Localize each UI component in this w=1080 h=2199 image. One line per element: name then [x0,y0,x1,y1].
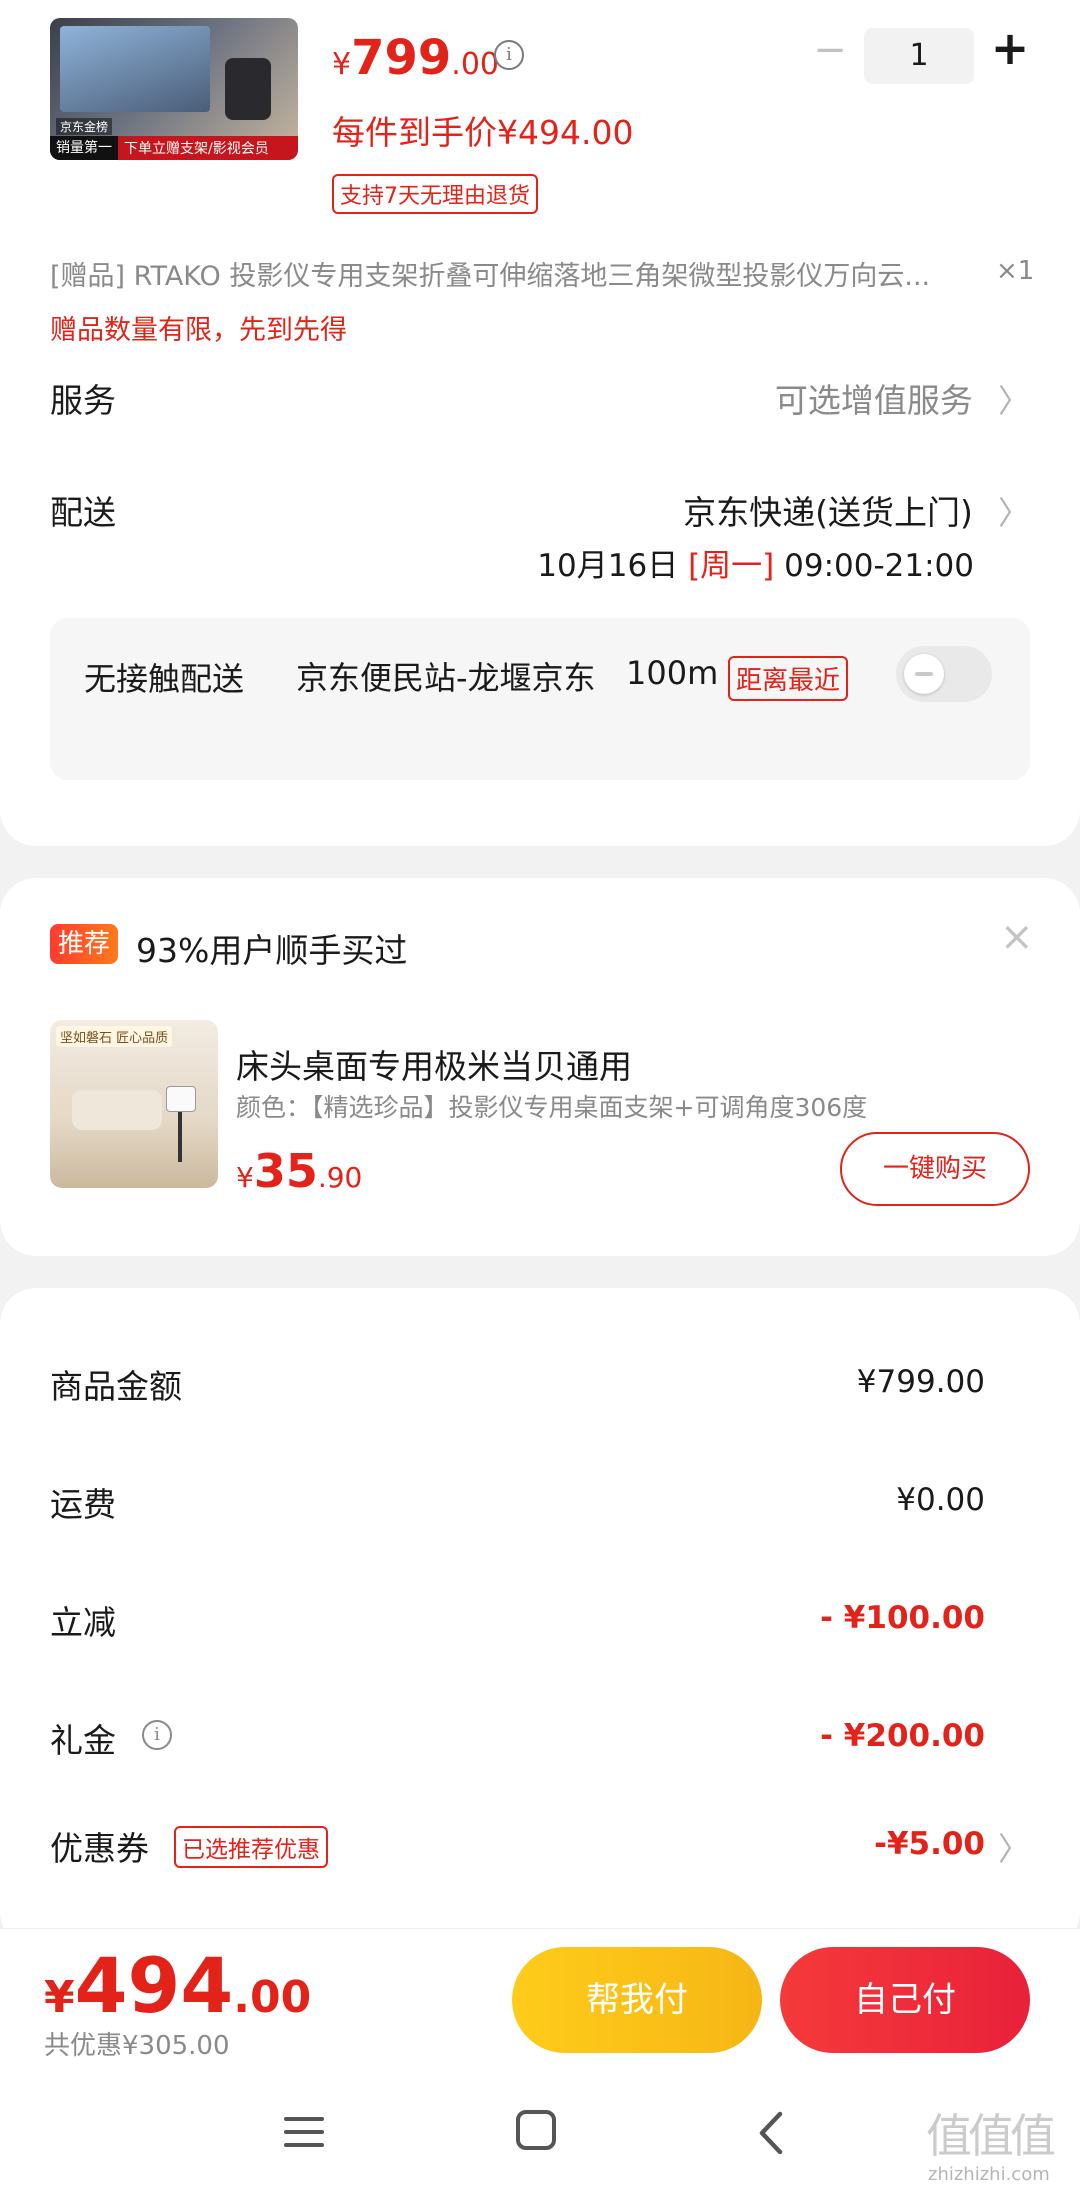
gift-notice: 赠品数量有限，先到先得 [50,315,347,346]
projection-screen [60,26,210,112]
gift-text[interactable]: [赠品] RTAKO 投影仪专用支架折叠可伸缩落地三角架微型投影仪万向云... [50,254,980,293]
service-value: 可选增值服务 [774,381,973,420]
delivery-row[interactable]: 京东快递(送货上门) 〉 [560,486,1030,534]
banner-left: 销量第一 [50,136,118,160]
summary-row-goods: 商品金额 ¥799.00 [50,1360,985,1410]
menu-icon[interactable] [284,2112,324,2152]
delivery-date: 10月16日 [537,548,679,584]
summary-label: 立减 [50,1603,116,1642]
summary-row-discount: 立减 - ¥100.00 [50,1596,985,1646]
summary-label: 优惠券 [50,1829,149,1868]
price-info-icon[interactable]: i [494,40,524,70]
watermark-site: zhizhizhi.com [928,2164,1050,2185]
help-pay-button[interactable]: 帮我付 [512,1947,762,2053]
recommend-item-image[interactable]: 坚如磐石 匠心品质 [50,1020,218,1188]
pay-bar: ¥494.00 共优惠¥305.00 帮我付 自己付 [0,1928,1080,2088]
summary-card: 商品金额 ¥799.00 运费 ¥0.00 立减 - ¥100.00 礼金 i … [0,1288,1080,1948]
product-image[interactable]: 京东金榜 销量第一 下单立赠支架/影视会员 [50,18,298,160]
coupon-applied-tag: 已选推荐优惠 [174,1826,328,1868]
summary-row-gift-cash: 礼金 i - ¥200.00 [50,1714,985,1764]
summary-row-shipping: 运费 ¥0.00 [50,1478,985,1528]
projector-shape [166,1086,196,1112]
recommend-tag: 推荐 [50,924,119,964]
summary-value: - ¥100.00 [820,1600,985,1636]
recommend-item-price: ¥35.90 [236,1144,362,1198]
image-banner: 销量第一 下单立赠支架/影视会员 [50,136,298,160]
toggle-knob [904,654,944,694]
delivery-weekday: [周一] [688,548,775,584]
summary-row-coupon[interactable]: 优惠券 已选推荐优惠 -¥5.00 〉 [50,1822,1030,1872]
chevron-right-icon: 〉 [997,382,1030,420]
price-dec: .90 [317,1161,363,1194]
watermark-logo: 值值值 [926,2109,1056,2163]
system-nav-bar: 值值值 zhizhizhi.com [0,2088,1080,2199]
home-icon[interactable] [516,2110,556,2150]
close-icon[interactable]: × [1000,914,1034,960]
summary-label: 礼金 [50,1721,116,1760]
order-card: 京东金榜 销量第一 下单立赠支架/影视会员 ¥799.00 i − 1 + 每件… [0,0,1080,846]
recommend-card: 推荐 93%用户顺手买过 × 坚如磐石 匠心品质 床头桌面专用极米当贝通用 颜色… [0,878,1080,1256]
summary-value: ¥799.00 [856,1364,985,1400]
service-label: 服务 [50,381,116,420]
image-headline: 坚如磐石 匠心品质 [56,1026,173,1047]
contactless-toggle[interactable] [896,646,992,702]
product-price: ¥799.00 [332,30,499,86]
recommend-item-spec: 颜色：【精选珍品】投影仪专用桌面支架+可调角度306度 [236,1093,868,1122]
price-symbol: ¥ [236,1161,254,1194]
tripod-shape [178,1112,182,1162]
return-policy-tag: 支持7天无理由退货 [332,174,538,214]
price-int: 799 [351,30,452,86]
contactless-label: 无接触配送 [84,660,245,698]
projector-device [225,58,271,120]
summary-label: 运费 [50,1485,116,1524]
summary-label: 商品金额 [50,1367,182,1406]
contactless-box: 无接触配送 京东便民站-龙堰京东 100m 距离最近 [50,618,1030,780]
delivery-method: 京东快递(送货上门) [683,493,973,532]
info-icon[interactable]: i [142,1720,172,1750]
price-symbol: ¥ [332,47,352,82]
station-distance: 100m [626,654,719,692]
quantity-plus-button[interactable]: + [988,20,1032,76]
back-icon[interactable] [752,2110,792,2156]
total-price: ¥494.00 [44,1941,311,2030]
price-dec: .00 [233,1972,312,2023]
summary-value: -¥5.00 [874,1826,985,1862]
price-int: 494 [74,1941,234,2030]
total-saving: 共优惠¥305.00 [44,2031,230,2061]
quantity-input[interactable]: 1 [864,28,974,84]
gift-count: ×1 [996,256,1035,286]
one-click-buy-button[interactable]: 一键购买 [840,1132,1030,1206]
recommend-title: 93%用户顺手买过 [136,931,408,970]
final-price-text: 每件到手价¥494.00 [332,113,634,152]
delivery-hours: 09:00-21:00 [784,548,974,584]
delivery-time[interactable]: 10月16日 [周一] 09:00-21:00 [500,540,974,585]
brand-badge: 京东金榜 [56,118,113,135]
banner-right: 下单立赠支架/影视会员 [124,141,269,157]
self-pay-button[interactable]: 自己付 [780,1947,1030,2053]
quantity-minus-button[interactable]: − [810,26,850,74]
chevron-right-icon: 〉 [997,494,1030,532]
summary-value: - ¥200.00 [820,1718,985,1754]
delivery-label: 配送 [50,493,116,532]
chevron-right-icon: 〉 [997,1830,1030,1868]
pickup-station: 京东便民站-龙堰京东 [296,659,596,697]
recommend-item-name[interactable]: 床头桌面专用极米当贝通用 [236,1040,632,1088]
price-dec: .00 [451,47,500,82]
price-int: 35 [253,1144,318,1198]
price-symbol: ¥ [44,1972,75,2023]
summary-value: ¥0.00 [896,1482,985,1518]
sofa-shape [72,1090,162,1130]
service-row[interactable]: 可选增值服务 〉 [600,374,1030,422]
nearest-tag: 距离最近 [728,656,849,701]
